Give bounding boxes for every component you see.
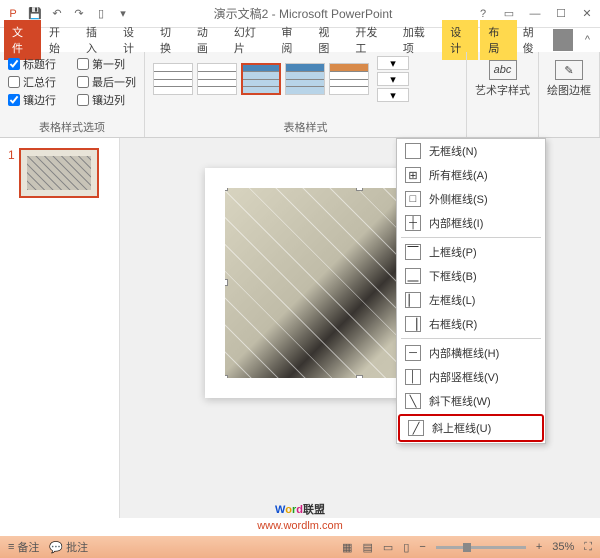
check-first-col[interactable]: 第一列: [77, 56, 136, 72]
border-option-inh[interactable]: ─ 内部横框线(H): [397, 341, 545, 365]
border-inv-icon: │: [405, 369, 421, 385]
resize-handle-bl[interactable]: [225, 375, 228, 378]
border-option-bottom[interactable]: ⎽ 下框线(B): [397, 264, 545, 288]
border-option-label: 右框线(R): [429, 316, 477, 332]
watermark-logo: Word联盟: [275, 497, 325, 518]
fit-window-icon[interactable]: ⛶: [584, 541, 592, 554]
group-style-options: 标题行 第一列 汇总行 最后一列 镶边行 镶边列 表格样式选项: [0, 52, 145, 137]
border-ddown-icon: ╲: [405, 393, 421, 409]
border-option-right[interactable]: ▕ 右框线(R): [397, 312, 545, 336]
border-inh-icon: ─: [405, 345, 421, 361]
border-bottom-icon: ⎽: [405, 268, 421, 284]
check-header-row[interactable]: 标题行: [8, 56, 67, 72]
border-option-label: 斜下框线(W): [429, 393, 491, 409]
check-banded-row[interactable]: 镶边行: [8, 92, 67, 108]
group-label-style-options: 表格样式选项: [8, 117, 136, 135]
border-right-icon: ▕: [405, 316, 421, 332]
border-option-label: 左框线(L): [429, 292, 475, 308]
border-outer-icon: □: [405, 191, 421, 207]
resize-handle-tl[interactable]: [225, 188, 228, 191]
status-bar: ≡ 备注 💬 批注 ▦ ▤ ▭ ▯ − + 35% ⛶: [0, 536, 600, 558]
table-style-2[interactable]: [197, 63, 237, 95]
border-option-label: 所有框线(A): [429, 167, 488, 183]
wordart-button[interactable]: abc 艺术字样式: [475, 60, 530, 98]
border-dup-icon: ╱: [408, 420, 424, 436]
thumbnail-pane[interactable]: 1: [0, 138, 120, 518]
zoom-out-icon[interactable]: −: [419, 541, 425, 553]
table-style-3[interactable]: [241, 63, 281, 95]
table-style-4[interactable]: [285, 63, 325, 95]
watermark-url: www.wordlm.com: [257, 520, 343, 532]
check-total-row[interactable]: 汇总行: [8, 74, 67, 90]
border-all-icon: ⊞: [405, 167, 421, 183]
border-option-label: 内部横框线(H): [429, 345, 499, 361]
user-avatar[interactable]: [553, 29, 573, 51]
border-option-label: 内部竖框线(V): [429, 369, 499, 385]
resize-handle-l[interactable]: [225, 279, 228, 286]
border-option-label: 外侧框线(S): [429, 191, 488, 207]
zoom-in-icon[interactable]: +: [536, 541, 542, 553]
border-option-label: 上框线(P): [429, 244, 477, 260]
group-draw-borders: ✎ 绘图边框: [539, 52, 600, 137]
zoom-level[interactable]: 35%: [552, 541, 574, 553]
border-option-all[interactable]: ⊞ 所有框线(A): [397, 163, 545, 187]
check-last-col[interactable]: 最后一列: [77, 74, 136, 90]
border-option-top[interactable]: ⎺ 上框线(P): [397, 240, 545, 264]
comments-button[interactable]: 💬 批注: [49, 539, 88, 555]
table-style-5[interactable]: [329, 63, 369, 95]
view-normal-icon[interactable]: ▦: [342, 541, 352, 554]
border-option-label: 斜上框线(U): [432, 420, 491, 436]
group-table-styles: ▾ ▾ ▾ 表格样式: [145, 52, 467, 137]
border-top-icon: ⎺: [405, 244, 421, 260]
resize-handle-t[interactable]: [356, 188, 363, 191]
border-option-inv[interactable]: │ 内部竖框线(V): [397, 365, 545, 389]
border-option-label: 下框线(B): [429, 268, 477, 284]
view-sorter-icon[interactable]: ▤: [363, 541, 373, 554]
zoom-slider[interactable]: [436, 546, 526, 549]
border-option-label: 无框线(N): [429, 143, 477, 159]
view-reading-icon[interactable]: ▭: [383, 541, 393, 554]
border-option-left[interactable]: ▏ 左框线(L): [397, 288, 545, 312]
ribbon-tabs: 文件 开始 插入 设计 切换 动画 幻灯片 审阅 视图 开发工 加载项 设计 布…: [0, 28, 600, 52]
check-banded-col[interactable]: 镶边列: [77, 92, 136, 108]
border-option-none[interactable]: 无框线(N): [397, 139, 545, 163]
border-option-label: 内部框线(I): [429, 215, 483, 231]
slide-thumbnail-1[interactable]: [19, 148, 99, 198]
draw-border-button[interactable]: ✎ 绘图边框: [547, 60, 591, 98]
border-option-inner[interactable]: ┼ 内部框线(I): [397, 211, 545, 235]
border-inner-icon: ┼: [405, 215, 421, 231]
border-option-outer[interactable]: □ 外侧框线(S): [397, 187, 545, 211]
slide-number: 1: [8, 148, 15, 198]
shading-button[interactable]: ▾: [377, 56, 409, 70]
resize-handle-b[interactable]: [356, 375, 363, 378]
collapse-ribbon-icon[interactable]: ^: [579, 34, 596, 46]
borders-dropdown: 无框线(N) ⊞ 所有框线(A) □ 外侧框线(S) ┼ 内部框线(I) ⎺ 上框线(P) ⎽ 下框…: [396, 138, 546, 444]
effects-button[interactable]: ▾: [377, 88, 409, 102]
group-label-table-styles: 表格样式: [153, 117, 458, 135]
ribbon: 标题行 第一列 汇总行 最后一列 镶边行 镶边列 表格样式选项 ▾ ▾ ▾ 表格…: [0, 52, 600, 138]
border-option-dup[interactable]: ╱ 斜上框线(U): [398, 414, 544, 442]
notes-button[interactable]: ≡ 备注: [8, 539, 39, 555]
border-left-icon: ▏: [405, 292, 421, 308]
table-style-1[interactable]: [153, 63, 193, 95]
border-none-icon: [405, 143, 421, 159]
border-option-ddown[interactable]: ╲ 斜下框线(W): [397, 389, 545, 413]
view-slideshow-icon[interactable]: ▯: [403, 541, 409, 554]
borders-button[interactable]: ▾: [377, 72, 409, 86]
group-wordart: abc 艺术字样式: [467, 52, 539, 137]
